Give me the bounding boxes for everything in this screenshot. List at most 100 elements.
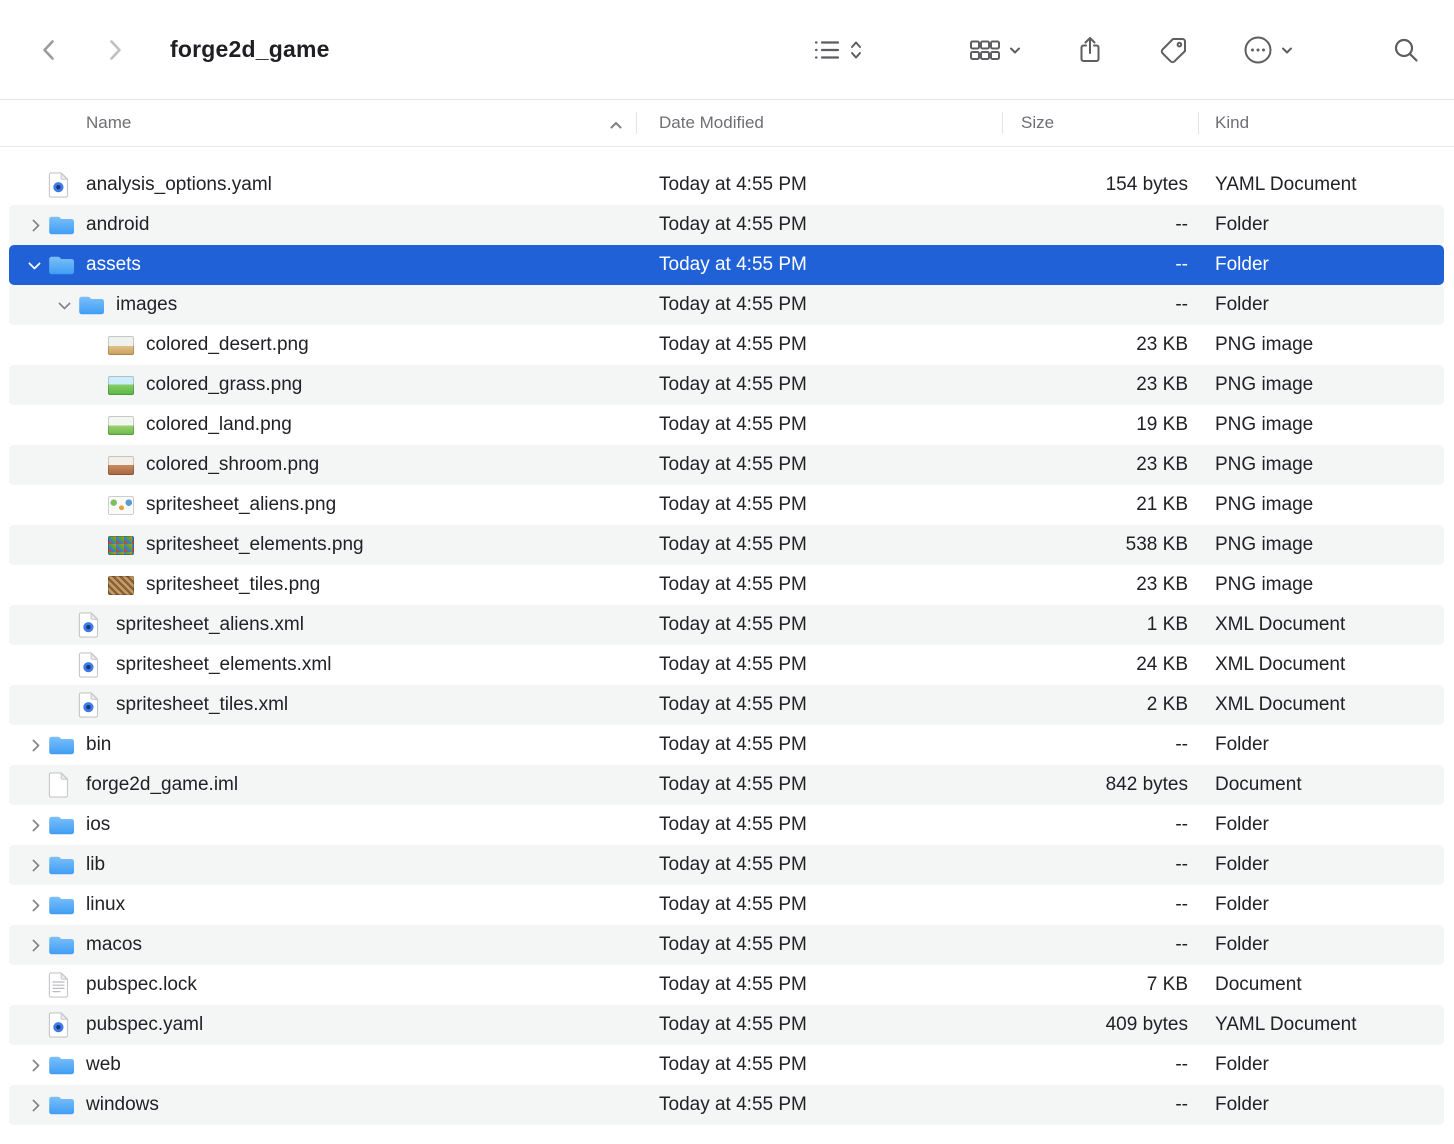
disclosure-chevron[interactable] xyxy=(20,725,48,765)
file-row[interactable]: colored_shroom.png Today at 4:55 PM 23 K… xyxy=(9,445,1444,485)
ellipsis-circle-icon xyxy=(1242,34,1274,66)
doc-badge-icon xyxy=(78,692,99,718)
file-kind: PNG image xyxy=(1199,445,1444,485)
name-cell: forge2d_game.iml xyxy=(9,765,637,805)
file-icon-box xyxy=(48,215,86,236)
date-modified: Today at 4:55 PM xyxy=(637,1045,1003,1085)
disclosure-chevron[interactable] xyxy=(50,285,78,325)
grass-thumbnail-icon xyxy=(108,376,134,395)
file-size: 23 KB xyxy=(1003,445,1199,485)
search-button[interactable] xyxy=(1392,36,1420,64)
disclosure-chevron[interactable] xyxy=(20,245,48,285)
date-modified: Today at 4:55 PM xyxy=(637,205,1003,245)
disclosure-chevron[interactable] xyxy=(20,205,48,245)
column-header-size[interactable]: Size xyxy=(1003,100,1199,146)
disclosure-chevron[interactable] xyxy=(20,925,48,965)
file-size: 23 KB xyxy=(1003,365,1199,405)
disclosure-chevron[interactable] xyxy=(20,885,48,925)
file-row[interactable]: pubspec.yaml Today at 4:55 PM 409 bytes … xyxy=(9,1005,1444,1045)
toolbar-controls xyxy=(812,34,1420,66)
file-row[interactable]: android Today at 4:55 PM -- Folder xyxy=(9,205,1444,245)
file-row[interactable]: bin Today at 4:55 PM -- Folder xyxy=(9,725,1444,765)
disclosure-chevron[interactable] xyxy=(20,1045,48,1085)
date-modified: Today at 4:55 PM xyxy=(637,965,1003,1005)
disclosure-chevron xyxy=(80,365,108,405)
file-kind: PNG image xyxy=(1199,565,1444,605)
tag-button[interactable] xyxy=(1158,35,1188,65)
disclosure-chevron xyxy=(50,685,78,725)
disclosure-chevron[interactable] xyxy=(20,845,48,885)
file-row[interactable]: windows Today at 4:55 PM -- Folder xyxy=(9,1085,1444,1125)
file-icon-box xyxy=(78,295,116,316)
share-button[interactable] xyxy=(1076,35,1104,65)
date-modified: Today at 4:55 PM xyxy=(637,165,1003,205)
file-kind: Folder xyxy=(1199,1045,1444,1085)
folder-icon xyxy=(48,935,75,956)
column-header-kind[interactable]: Kind xyxy=(1199,100,1454,146)
file-row[interactable]: pubspec.lock Today at 4:55 PM 7 KB Docum… xyxy=(9,965,1444,1005)
column-header-date-modified[interactable]: Date Modified xyxy=(637,100,1003,146)
file-row[interactable]: lib Today at 4:55 PM -- Folder xyxy=(9,845,1444,885)
file-kind: PNG image xyxy=(1199,325,1444,365)
column-header-name[interactable]: Name xyxy=(0,100,637,146)
file-icon-box xyxy=(48,1095,86,1116)
file-name: colored_shroom.png xyxy=(146,454,319,476)
name-cell: assets xyxy=(9,245,637,285)
folder-icon xyxy=(48,855,75,876)
file-row[interactable]: spritesheet_elements.png Today at 4:55 P… xyxy=(9,525,1444,565)
folder-icon xyxy=(48,815,75,836)
name-cell: linux xyxy=(9,885,637,925)
file-row[interactable]: spritesheet_aliens.xml Today at 4:55 PM … xyxy=(9,605,1444,645)
file-row[interactable]: spritesheet_elements.xml Today at 4:55 P… xyxy=(9,645,1444,685)
file-icon-box xyxy=(48,255,86,276)
file-size: 24 KB xyxy=(1003,645,1199,685)
disclosure-chevron xyxy=(20,765,48,805)
file-row[interactable]: macos Today at 4:55 PM -- Folder xyxy=(9,925,1444,965)
file-kind: Folder xyxy=(1199,245,1444,285)
file-row[interactable]: assets Today at 4:55 PM -- Folder xyxy=(9,245,1444,285)
land-thumbnail-icon xyxy=(108,416,134,435)
date-modified: Today at 4:55 PM xyxy=(637,685,1003,725)
file-row[interactable]: spritesheet_aliens.png Today at 4:55 PM … xyxy=(9,485,1444,525)
file-row[interactable]: colored_grass.png Today at 4:55 PM 23 KB… xyxy=(9,365,1444,405)
file-icon-box xyxy=(48,1012,86,1038)
name-cell: bin xyxy=(9,725,637,765)
search-icon xyxy=(1392,36,1420,64)
file-row[interactable]: spritesheet_tiles.png Today at 4:55 PM 2… xyxy=(9,565,1444,605)
date-modified: Today at 4:55 PM xyxy=(637,885,1003,925)
file-row[interactable]: analysis_options.yaml Today at 4:55 PM 1… xyxy=(9,165,1444,205)
file-row[interactable]: colored_land.png Today at 4:55 PM 19 KB … xyxy=(9,405,1444,445)
view-mode-button[interactable] xyxy=(812,37,864,63)
file-name: bin xyxy=(86,734,111,756)
file-name: spritesheet_aliens.png xyxy=(146,494,336,516)
file-name: windows xyxy=(86,1094,159,1116)
file-row[interactable]: images Today at 4:55 PM -- Folder xyxy=(9,285,1444,325)
name-cell: spritesheet_tiles.png xyxy=(9,565,637,605)
file-icon-box xyxy=(48,972,86,998)
group-button[interactable] xyxy=(968,37,1022,63)
name-cell: colored_desert.png xyxy=(9,325,637,365)
file-size: 409 bytes xyxy=(1003,1005,1199,1045)
back-button[interactable] xyxy=(38,37,60,63)
file-icon-box xyxy=(108,376,146,395)
file-row[interactable]: spritesheet_tiles.xml Today at 4:55 PM 2… xyxy=(9,685,1444,725)
name-cell: windows xyxy=(9,1085,637,1125)
forward-button[interactable] xyxy=(104,37,126,63)
name-cell: spritesheet_tiles.xml xyxy=(9,685,637,725)
file-name: colored_desert.png xyxy=(146,334,309,356)
file-row[interactable]: linux Today at 4:55 PM -- Folder xyxy=(9,885,1444,925)
name-cell: spritesheet_aliens.xml xyxy=(9,605,637,645)
file-row[interactable]: colored_desert.png Today at 4:55 PM 23 K… xyxy=(9,325,1444,365)
file-size: -- xyxy=(1003,285,1199,325)
file-icon-box xyxy=(48,815,86,836)
disclosure-chevron[interactable] xyxy=(20,1085,48,1125)
file-row[interactable]: ios Today at 4:55 PM -- Folder xyxy=(9,805,1444,845)
disclosure-chevron[interactable] xyxy=(20,805,48,845)
toolbar: forge2d_game xyxy=(0,0,1454,100)
file-row[interactable]: web Today at 4:55 PM -- Folder xyxy=(9,1045,1444,1085)
file-row[interactable]: forge2d_game.iml Today at 4:55 PM 842 by… xyxy=(9,765,1444,805)
tiles-thumbnail-icon xyxy=(108,576,134,595)
more-actions-button[interactable] xyxy=(1242,34,1294,66)
disclosure-chevron xyxy=(80,325,108,365)
date-modified: Today at 4:55 PM xyxy=(637,285,1003,325)
